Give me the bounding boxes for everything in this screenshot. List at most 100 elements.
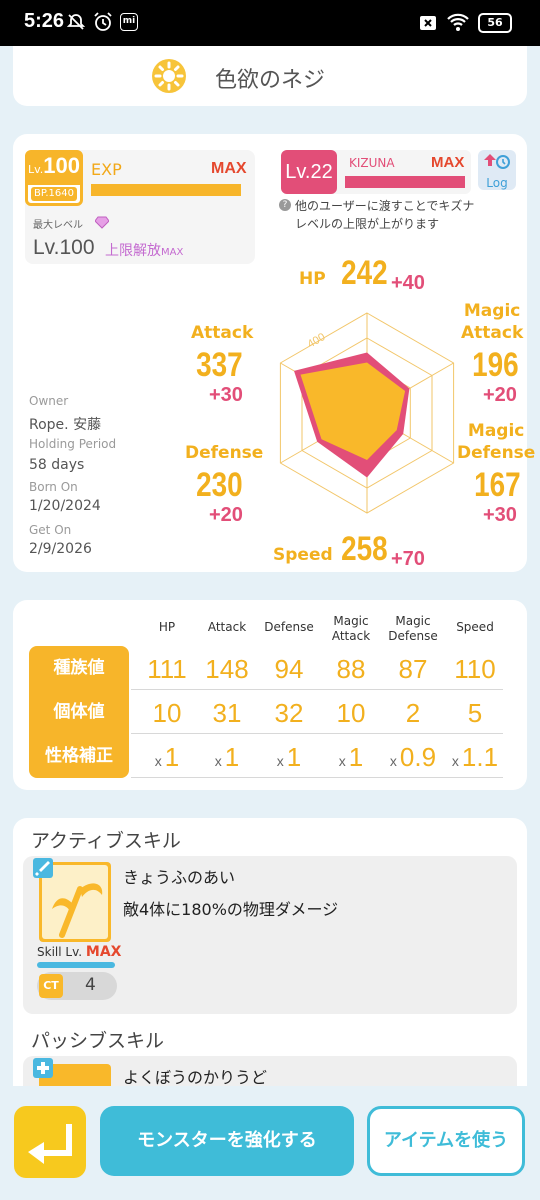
table-column-header: HP bbox=[158, 620, 176, 634]
ct-icon: CT bbox=[39, 974, 63, 998]
table-cell: 111 bbox=[147, 654, 187, 684]
ct-value: 4 bbox=[85, 975, 96, 995]
use-item-label: アイテムを使う bbox=[383, 1130, 509, 1151]
enhance-monster-label: モンスターを強化する bbox=[137, 1130, 317, 1151]
table-row-divider bbox=[131, 689, 503, 690]
defense-value: 230 bbox=[196, 466, 243, 504]
back-arrow-icon bbox=[28, 1124, 72, 1164]
magic-defense-bonus: +30 bbox=[483, 504, 517, 526]
table-column-header: Magic Attack bbox=[331, 614, 371, 643]
hp-value: 242 bbox=[341, 254, 388, 292]
log-icon bbox=[478, 150, 516, 172]
monster-name-card: 色欲のネジ bbox=[13, 46, 527, 106]
active-skill-desc: 敵4体に180%の物理ダメージ bbox=[123, 900, 339, 919]
table-cell: 10 bbox=[152, 698, 182, 728]
skill-level-value: MAX bbox=[85, 944, 122, 960]
table-row-label: 種族値 bbox=[29, 646, 129, 690]
speed-label: Speed bbox=[273, 545, 333, 565]
skill-level: Skill Lv. MAX bbox=[37, 944, 121, 960]
passive-skill-title: パッシブスキル bbox=[31, 1030, 165, 1052]
active-skill-title: アクティブスキル bbox=[31, 830, 181, 852]
table-cell: 31 bbox=[212, 698, 242, 728]
table-cell: 110 bbox=[454, 654, 496, 684]
table-column-header: Attack bbox=[207, 620, 247, 634]
born-label: Born On bbox=[29, 480, 78, 494]
table-row-label: 性格補正 bbox=[29, 734, 129, 778]
limit-break-text: 上限解放 bbox=[105, 243, 161, 259]
speed-value: 258 bbox=[341, 530, 388, 568]
no-sim-icon bbox=[418, 13, 438, 33]
stat-radar-chart: 400 bbox=[279, 312, 455, 514]
log-button[interactable]: Log bbox=[478, 150, 516, 190]
max-level-label: 最大レベル bbox=[33, 220, 83, 231]
magic-defense-value: 167 bbox=[474, 466, 521, 504]
skill-level-bar bbox=[37, 962, 115, 968]
attack-value: 337 bbox=[196, 346, 243, 384]
get-label: Get On bbox=[29, 523, 72, 537]
kizuna-bar bbox=[345, 176, 465, 188]
kizuna-level-badge: Lv.22 bbox=[281, 150, 337, 194]
get-value: 2/9/2026 bbox=[29, 541, 92, 557]
exp-label: EXP bbox=[91, 160, 122, 179]
attack-bonus: +30 bbox=[209, 384, 243, 406]
holding-label: Holding Period bbox=[29, 437, 117, 451]
level-panel: Lv.100 BP.1640 EXP MAX 最大レベル Lv.100 上限解放… bbox=[25, 150, 255, 264]
table-cell: x 0.9 bbox=[389, 742, 437, 772]
status-bar: 5:26 mi 56 bbox=[0, 0, 540, 46]
enhance-monster-button[interactable]: モンスターを強化する bbox=[100, 1106, 354, 1176]
use-item-button[interactable]: アイテムを使う bbox=[367, 1106, 525, 1176]
attack-label: Attack bbox=[191, 323, 254, 343]
kizuna-note-line2: レベルの上限が上がります bbox=[295, 217, 440, 231]
table-row-divider bbox=[131, 777, 503, 778]
table-cell: x 1.1 bbox=[451, 742, 499, 772]
magic-attack-label-line2: Attack bbox=[461, 323, 524, 344]
owner-label: Owner bbox=[29, 394, 69, 408]
wifi-icon bbox=[446, 11, 470, 33]
magic-attack-label-line1: Magic bbox=[463, 301, 521, 321]
hp-label: HP bbox=[299, 269, 326, 289]
ct-pill: CT 4 bbox=[37, 972, 117, 1000]
owner-value: Rope. 安藤 bbox=[29, 417, 102, 433]
table-cell: 87 bbox=[398, 654, 428, 684]
table-cell: x1 bbox=[154, 742, 180, 772]
active-skill-panel[interactable]: Skill Lv. MAX CT 4 きょうふのあい 敵4体に180%の物理ダメ… bbox=[23, 856, 517, 1014]
radar-scale-label: 400 bbox=[306, 331, 328, 351]
table-cell: 5 bbox=[467, 698, 483, 728]
exp-value: MAX bbox=[211, 160, 247, 177]
table-column-header: Defense bbox=[264, 620, 314, 634]
kizuna-note-line1: 他のユーザーに渡すことでキズナ bbox=[295, 199, 475, 213]
page-title: 色欲のネジ bbox=[215, 68, 326, 93]
kizuna-panel: Lv.22 KIZUNA MAX bbox=[281, 150, 471, 194]
log-label: Log bbox=[486, 176, 508, 190]
max-level: Lv.100 bbox=[33, 236, 95, 259]
limit-break-label: 上限解放MAX bbox=[105, 240, 183, 260]
defense-bonus: +20 bbox=[209, 504, 243, 526]
back-button[interactable] bbox=[14, 1106, 86, 1178]
level-prefix: Lv. bbox=[28, 163, 44, 176]
light-element-icon bbox=[151, 58, 187, 94]
gem-icon bbox=[94, 214, 110, 229]
table-row-label: 個体値 bbox=[29, 690, 129, 734]
kizuna-label: KIZUNA bbox=[349, 156, 395, 170]
status-time: 5:26 bbox=[24, 10, 65, 32]
born-value: 1/20/2024 bbox=[29, 498, 101, 514]
table-cell: x1 bbox=[338, 742, 364, 772]
help-icon[interactable]: ? bbox=[279, 199, 291, 211]
hp-bonus: +40 bbox=[391, 272, 425, 294]
skill-level-label: Skill Lv. bbox=[37, 945, 83, 959]
limit-break-max: MAX bbox=[161, 247, 184, 258]
table-row-divider bbox=[131, 733, 503, 734]
table-column-header: Speed bbox=[456, 620, 494, 634]
magic-defense-label-line2: Defense bbox=[457, 443, 536, 464]
status-card: Lv.100 BP.1640 EXP MAX 最大レベル Lv.100 上限解放… bbox=[13, 134, 535, 572]
magic-attack-bonus: +20 bbox=[483, 384, 517, 406]
alarm-icon bbox=[92, 11, 114, 33]
mute-icon bbox=[66, 12, 86, 32]
table-cell: 32 bbox=[274, 698, 304, 728]
table-cell: 88 bbox=[336, 654, 366, 684]
battery-icon: 56 bbox=[478, 13, 512, 33]
mi-icon: mi bbox=[120, 13, 138, 31]
table-cell: x1 bbox=[214, 742, 240, 772]
plus-type-icon bbox=[33, 1058, 53, 1078]
table-cell: 94 bbox=[274, 654, 304, 684]
